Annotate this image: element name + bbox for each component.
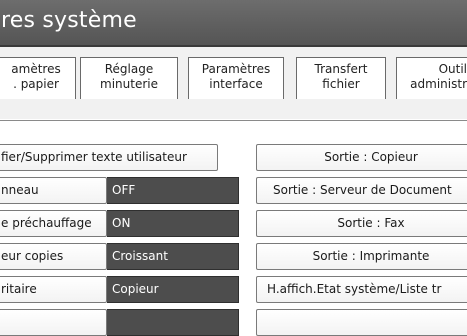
tab-label-line2: minuterie xyxy=(100,77,158,91)
setting-row-prechauffage-button[interactable]: e préchauffage xyxy=(0,210,107,237)
setting-row-next-button[interactable] xyxy=(0,309,107,336)
tab-label-line1: Outil xyxy=(438,62,467,76)
tab-label-line2: fichier xyxy=(322,77,360,91)
setting-label: nneau xyxy=(1,183,39,197)
tab-label-line1: Transfert xyxy=(314,62,368,76)
setting-row-compteur-copies-button[interactable]: eur copies xyxy=(0,243,107,270)
title-bar: res système xyxy=(0,0,467,47)
tab-outil-administrateur[interactable]: Outil administr xyxy=(396,57,467,99)
output-imprimante-button[interactable]: Sortie : Imprimante xyxy=(256,243,467,270)
setting-value-next xyxy=(107,309,239,336)
setting-value-compteur-copies: Croissant xyxy=(107,243,239,270)
setting-label: e préchauffage xyxy=(1,216,92,230)
setting-label: eur copies xyxy=(1,249,64,263)
tab-label-line1: amètres xyxy=(11,62,61,76)
settings-panel: fier/Supprimer texte utilisateur nneau O… xyxy=(0,120,467,336)
tab-label-line2: interface xyxy=(209,77,263,91)
system-status-job-list-button[interactable]: H.affich.Etat système/Liste tr xyxy=(256,276,467,303)
setting-value-panneau: OFF xyxy=(107,177,239,204)
setting-row-panneau-button[interactable]: nneau xyxy=(0,177,107,204)
tab-transfert-fichier[interactable]: Transfert fichier xyxy=(296,57,386,99)
output-copieur-button[interactable]: Sortie : Copieur xyxy=(256,144,467,171)
tab-label-line2: . papier xyxy=(13,77,59,91)
tab-label-line1: Réglage xyxy=(104,62,154,76)
page-title: res système xyxy=(1,8,137,33)
tab-bar: amètres . papier Réglage minuterie Param… xyxy=(0,47,467,119)
output-fax-button[interactable]: Sortie : Fax xyxy=(256,210,467,237)
tab-parametres-interface[interactable]: Paramètres interface xyxy=(188,57,284,99)
tab-parametres-papier[interactable]: amètres . papier xyxy=(0,57,76,99)
tab-label-line2: administr xyxy=(410,77,467,91)
button-label: fier/Supprimer texte utilisateur xyxy=(1,150,187,164)
tab-label-line1: Paramètres xyxy=(201,62,271,76)
setting-value-prioritaire: Copieur xyxy=(107,276,239,303)
setting-row-prioritaire-button[interactable]: ritaire xyxy=(0,276,107,303)
tab-reglage-minuterie[interactable]: Réglage minuterie xyxy=(80,57,178,99)
setting-value-prechauffage: ON xyxy=(107,210,239,237)
output-serveur-document-button[interactable]: Sortie : Serveur de Document xyxy=(256,177,467,204)
next-output-button[interactable] xyxy=(256,309,467,336)
modify-delete-user-text-button[interactable]: fier/Supprimer texte utilisateur xyxy=(0,144,218,171)
setting-label: ritaire xyxy=(1,282,37,296)
